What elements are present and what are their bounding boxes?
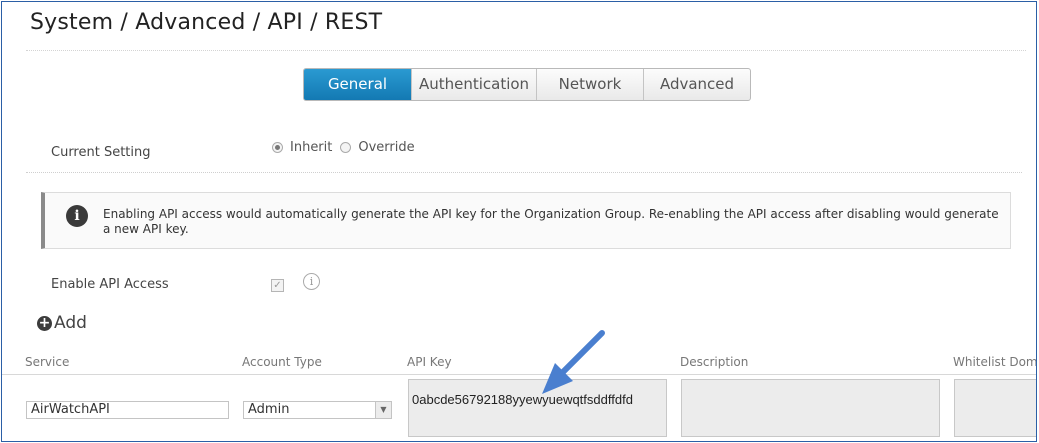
title-divider (26, 50, 1026, 51)
tab-general[interactable]: General (304, 69, 411, 100)
current-setting-label: Current Setting (51, 145, 151, 160)
enable-api-access-label: Enable API Access (51, 277, 169, 292)
account-type-value: Admin (248, 402, 290, 417)
info-icon: i (66, 205, 88, 227)
grid-header: Service Account Type API Key Description… (2, 351, 1036, 375)
enable-api-access-checkbox[interactable]: ✓ (271, 279, 284, 292)
info-circle-icon[interactable]: i (303, 273, 320, 290)
service-input[interactable]: AirWatchAPI (26, 401, 229, 419)
column-header-whitelist-domains[interactable]: Whitelist Doma (953, 355, 1036, 369)
tab-network[interactable]: Network (536, 69, 643, 100)
api-key-field[interactable]: 0abcde56792188yyewyuewqtfsddffdfd (408, 379, 667, 437)
inherit-radio[interactable] (272, 142, 283, 153)
column-header-account-type[interactable]: Account Type (242, 355, 322, 369)
breadcrumb: System / Advanced / API / REST (30, 10, 383, 35)
inherit-label[interactable]: Inherit (290, 140, 332, 155)
tab-authentication[interactable]: Authentication (411, 69, 536, 100)
info-message: Enabling API access would automatically … (103, 207, 999, 236)
tab-bar: General Authentication Network Advanced (303, 68, 751, 101)
description-field[interactable] (681, 379, 940, 437)
override-radio[interactable] (340, 142, 352, 153)
add-button[interactable]: + Add (37, 313, 87, 333)
current-setting-radio-group: Inherit Override (272, 140, 423, 155)
page-frame: System / Advanced / API / REST General A… (1, 1, 1037, 442)
override-label[interactable]: Override (358, 140, 414, 155)
account-type-select[interactable]: Admin ▼ (243, 401, 392, 419)
info-banner: i Enabling API access would automaticall… (41, 192, 1011, 249)
column-header-description[interactable]: Description (680, 355, 748, 369)
plus-circle-icon: + (37, 314, 52, 331)
chevron-down-icon[interactable]: ▼ (375, 402, 391, 418)
tab-advanced[interactable]: Advanced (643, 69, 750, 100)
setting-divider (26, 172, 1022, 173)
whitelist-domains-field[interactable] (954, 379, 1036, 437)
column-header-api-key[interactable]: API Key (407, 355, 452, 369)
add-label: Add (54, 313, 87, 333)
column-header-service[interactable]: Service (25, 355, 69, 369)
